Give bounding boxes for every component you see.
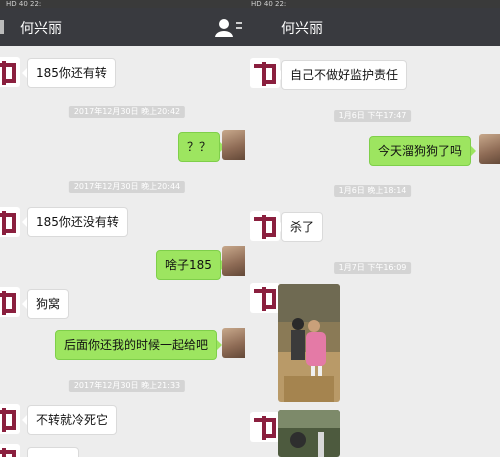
incoming-message[interactable]: 不转就冷死它 bbox=[21, 405, 118, 435]
incoming-message[interactable]: 自己不做好监护责任 bbox=[275, 60, 408, 90]
chat-title: 何兴丽 bbox=[20, 21, 62, 37]
incoming-message[interactable]: 185你还没有转 bbox=[22, 207, 128, 237]
chat-title-bar: 何兴丽 bbox=[0, 8, 254, 46]
sender-logo-avatar[interactable] bbox=[0, 207, 20, 237]
message-timestamp: 2017年12月30日 晚上21:33 bbox=[68, 380, 186, 392]
user-photo-avatar[interactable] bbox=[479, 134, 500, 164]
message-timestamp: 1月7日 下午16:09 bbox=[333, 262, 412, 274]
chat-title: 何兴丽 bbox=[281, 21, 323, 37]
chat-title-bar: 何兴丽 bbox=[245, 8, 500, 46]
outgoing-message[interactable]: ？？ bbox=[178, 132, 226, 162]
sender-logo-avatar[interactable] bbox=[250, 283, 280, 313]
incoming-message[interactable]: 杀了 bbox=[275, 212, 324, 242]
contact-profile-icon[interactable] bbox=[214, 18, 244, 38]
message-timestamp: 2017年12月30日 晚上20:42 bbox=[68, 106, 186, 118]
photo-message-child-with-dog[interactable] bbox=[278, 284, 340, 402]
back-indicator[interactable] bbox=[0, 20, 4, 34]
photo-message-outdoor[interactable] bbox=[278, 410, 340, 457]
sender-logo-avatar[interactable] bbox=[0, 287, 20, 317]
left-chat-window: HD 40 22: 何兴丽 185你还有转 2017年12月30日 晚上20:4… bbox=[0, 0, 254, 457]
incoming-message-partial[interactable] bbox=[27, 447, 79, 457]
incoming-message[interactable]: 185你还有转 bbox=[22, 58, 116, 88]
sender-logo-avatar[interactable] bbox=[0, 404, 20, 434]
outgoing-message[interactable]: 后面你还我的时候一起给吧 bbox=[55, 330, 223, 360]
message-timestamp: 1月6日 下午17:47 bbox=[333, 110, 412, 122]
outgoing-message[interactable]: 今天溜狗狗了吗 bbox=[369, 136, 477, 166]
message-timestamp: 1月6日 晚上18:14 bbox=[333, 185, 412, 197]
sender-logo-avatar[interactable] bbox=[0, 57, 20, 87]
incoming-message[interactable]: 狗窝 bbox=[21, 289, 70, 319]
screenshot-collage: HD 40 22: 何兴丽 185你还有转 2017年12月30日 晚上20:4… bbox=[0, 0, 500, 457]
right-chat-window: HD 40 22: 何兴丽 自己不做好监护责任 1月6日 下午17:47 今天溜… bbox=[245, 0, 500, 457]
message-timestamp: 2017年12月30日 晚上20:44 bbox=[68, 181, 186, 193]
outgoing-message[interactable]: 啥子185 bbox=[156, 250, 226, 280]
status-bar: HD 40 22: bbox=[0, 0, 254, 8]
status-bar: HD 40 22: bbox=[245, 0, 500, 8]
sender-logo-avatar[interactable] bbox=[250, 412, 280, 442]
sender-logo-avatar[interactable] bbox=[0, 444, 20, 457]
